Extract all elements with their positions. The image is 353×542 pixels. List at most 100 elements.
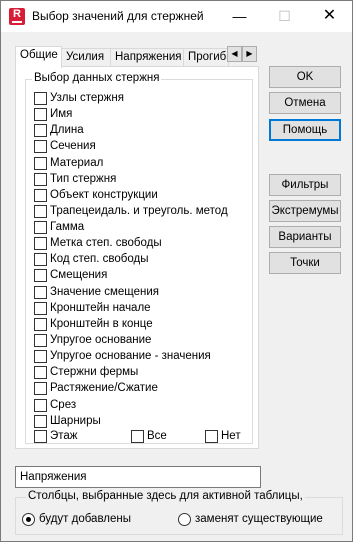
checkbox[interactable] [34, 220, 47, 234]
option-label: Имя [50, 108, 73, 120]
checkbox[interactable] [34, 414, 47, 428]
option-bracket-end[interactable]: Кронштейн в конце [34, 316, 153, 332]
checkbox[interactable] [34, 156, 47, 170]
option-label: Значение смещения [50, 286, 159, 298]
table-name-field[interactable]: Напряжения [15, 466, 261, 488]
filters-button[interactable]: Фильтры [269, 174, 341, 196]
option-dof-code[interactable]: Код степ. свободы [34, 251, 148, 267]
option-label: Шарниры [50, 415, 101, 427]
title-bar[interactable]: R Выбор значений для стержней — ☐ ✕ [1, 1, 352, 32]
radio-label: будут добавлены [39, 513, 132, 525]
option-label: Сечения [50, 140, 96, 152]
option-label: Стержни фермы [50, 366, 139, 378]
checkbox[interactable] [34, 123, 47, 137]
checkbox[interactable] [34, 429, 47, 443]
columns-mode-title: Столбцы, выбранные здесь для активной та… [26, 490, 305, 502]
minimize-button[interactable]: — [217, 1, 262, 32]
option-sections[interactable]: Сечения [34, 138, 96, 154]
checkbox[interactable] [34, 268, 47, 282]
select-all-checkbox[interactable]: Все [131, 428, 167, 444]
option-label: Срез [50, 399, 77, 411]
tab-stresses[interactable]: Напряжения [110, 48, 184, 67]
select-all-label: Все [147, 430, 167, 442]
option-label: Материал [50, 157, 104, 169]
option-label: Объект конструкции [50, 189, 158, 201]
option-bracket-start[interactable]: Кронштейн начале [34, 300, 151, 316]
select-none-label: Нет [221, 430, 241, 442]
close-button[interactable]: ✕ [307, 1, 352, 32]
option-label: Гамма [50, 221, 85, 233]
option-length[interactable]: Длина [34, 122, 84, 138]
option-label: Тип стержня [50, 173, 117, 185]
option-label: Кронштейн в конце [50, 318, 153, 330]
option-label: Упругое основание - значения [50, 350, 211, 362]
checkbox[interactable] [34, 301, 47, 315]
tab-deflection[interactable]: Прогиб [183, 48, 229, 67]
checkbox[interactable] [205, 429, 218, 443]
option-offset-value[interactable]: Значение смещения [34, 284, 159, 300]
option-label: Трапецеидаль. и треуголь. метод [50, 205, 228, 217]
option-label: Растяжение/Сжатие [50, 382, 158, 394]
option-offsets[interactable]: Смещения [34, 267, 107, 283]
radio-replace-columns[interactable]: заменят существующие [178, 511, 323, 527]
dialog-window: R Выбор значений для стержней — ☐ ✕ Общи… [0, 0, 353, 542]
checkbox[interactable] [34, 333, 47, 347]
checkbox[interactable] [34, 317, 47, 331]
checkbox[interactable] [34, 188, 47, 202]
columns-mode-group: Столбцы, выбранные здесь для активной та… [15, 490, 343, 535]
radio-add-columns[interactable]: будут добавлены [22, 511, 131, 527]
option-elastic-foundation-values[interactable]: Упругое основание - значения [34, 348, 211, 364]
tab-panel-general: Выбор данных стержня Узлы стержня Имя Дл… [15, 66, 259, 449]
option-bar-nodes[interactable]: Узлы стержня [34, 90, 124, 106]
bar-data-group-title: Выбор данных стержня [32, 72, 162, 84]
option-label: Упругое основание [50, 334, 152, 346]
option-structure-object[interactable]: Объект конструкции [34, 187, 158, 203]
checkbox[interactable] [34, 365, 47, 379]
checkbox[interactable] [131, 429, 144, 443]
tab-general[interactable]: Общие [15, 46, 62, 68]
tab-forces[interactable]: Усилия [61, 48, 111, 67]
option-storey[interactable]: Этаж [34, 428, 78, 444]
option-label: Этаж [50, 430, 78, 442]
checkbox[interactable] [34, 252, 47, 266]
checkbox[interactable] [34, 139, 47, 153]
checkbox[interactable] [34, 285, 47, 299]
checkbox[interactable] [34, 172, 47, 186]
checkbox[interactable] [34, 107, 47, 121]
checkbox[interactable] [34, 236, 47, 250]
option-label: Кронштейн начале [50, 302, 151, 314]
extremes-button[interactable]: Экстремумы [269, 200, 341, 222]
select-none-checkbox[interactable]: Нет [205, 428, 241, 444]
radio-button[interactable] [22, 512, 35, 526]
option-trapezoid-method[interactable]: Трапецеидаль. и треуголь. метод [34, 203, 228, 219]
ok-button[interactable]: OK [269, 66, 341, 88]
option-hinges[interactable]: Шарниры [34, 413, 101, 429]
points-button[interactable]: Точки [269, 252, 341, 274]
option-material[interactable]: Материал [34, 155, 103, 171]
option-bar-type[interactable]: Тип стержня [34, 171, 116, 187]
cancel-button[interactable]: Отмена [269, 92, 341, 114]
tab-scroll-right-icon[interactable]: ▶ [242, 46, 257, 62]
option-shear[interactable]: Срез [34, 397, 76, 413]
option-label: Метка степ. свободы [50, 237, 162, 249]
option-dof-label[interactable]: Метка степ. свободы [34, 235, 162, 251]
option-tension-compression[interactable]: Растяжение/Сжатие [34, 380, 158, 396]
option-label: Узлы стержня [50, 92, 124, 104]
option-name[interactable]: Имя [34, 106, 72, 122]
checkbox[interactable] [34, 381, 47, 395]
help-button[interactable]: Помощь [269, 119, 341, 141]
tab-scroll-left-icon[interactable]: ◀ [227, 46, 242, 62]
option-gamma[interactable]: Гамма [34, 219, 84, 235]
checkbox[interactable] [34, 349, 47, 363]
option-truss-bars[interactable]: Стержни фермы [34, 364, 138, 380]
radio-button[interactable] [178, 512, 191, 526]
checkbox[interactable] [34, 398, 47, 412]
checkbox[interactable] [34, 91, 47, 105]
window-title: Выбор значений для стержней [32, 9, 204, 23]
variants-button[interactable]: Варианты [269, 226, 341, 248]
option-label: Смещения [50, 269, 108, 281]
option-elastic-foundation[interactable]: Упругое основание [34, 332, 151, 348]
bar-data-group: Выбор данных стержня Узлы стержня Имя Дл… [25, 72, 253, 444]
radio-label: заменят существующие [195, 513, 323, 525]
checkbox[interactable] [34, 204, 47, 218]
